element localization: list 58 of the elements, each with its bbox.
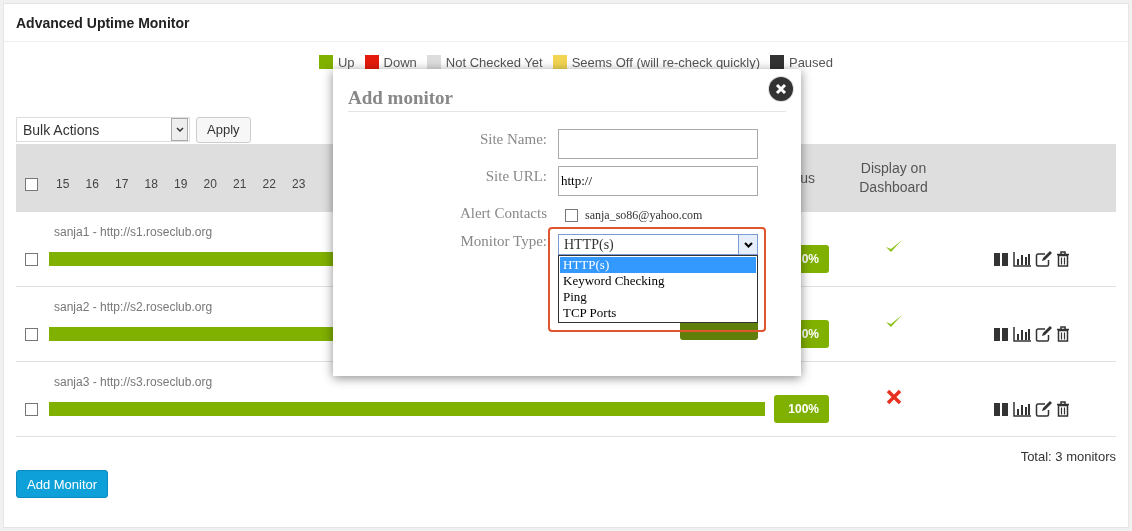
bar-chart-icon[interactable] (1013, 326, 1031, 342)
hour-label: 20 (203, 177, 218, 191)
dropdown-option[interactable]: Ping (560, 289, 756, 305)
contact-checkbox[interactable] (565, 209, 578, 222)
row-checkbox[interactable] (25, 252, 38, 266)
trash-icon[interactable] (1056, 401, 1070, 417)
close-icon (775, 83, 787, 95)
dialog-title: Add monitor (348, 87, 454, 109)
site-url-field[interactable]: http:// (558, 166, 758, 196)
close-button[interactable] (769, 77, 793, 101)
uptime-percent: 100% (774, 395, 829, 423)
field-label: Alert Contacts (459, 204, 547, 222)
cross-icon[interactable] (885, 389, 902, 405)
dropdown-option[interactable]: Keyword Checking (560, 273, 756, 289)
monitor-name: sanja1 - http://s1.roseclub.org (54, 225, 213, 239)
panel-title: Advanced Uptime Monitor (16, 14, 190, 31)
total-count: Total: 3 monitors (1019, 449, 1116, 464)
apply-button[interactable]: Apply (196, 116, 251, 143)
monitor-name: sanja2 - http://s2.roseclub.org (54, 300, 213, 314)
hour-label: 16 (85, 177, 100, 191)
bulk-actions-select[interactable]: Bulk Actions (16, 117, 190, 142)
hour-label: 23 (292, 177, 307, 191)
hour-label: 19 (174, 177, 189, 191)
hour-label: 17 (115, 177, 130, 191)
hour-label: 22 (262, 177, 277, 191)
pause-icon[interactable] (993, 326, 1009, 342)
legend-label: Not Checked Yet (445, 54, 543, 70)
dropdown-option[interactable]: TCP Ports (560, 305, 756, 321)
row-checkbox[interactable] (25, 327, 38, 341)
field-label: Monitor Type: (460, 232, 547, 250)
caret-icon (175, 127, 184, 132)
select-all-checkbox[interactable] (25, 177, 38, 191)
legend-label: Down (383, 54, 417, 70)
pause-icon[interactable] (993, 401, 1009, 417)
pause-icon[interactable] (993, 251, 1009, 267)
field-label: Site Name: (479, 130, 547, 148)
bar-chart-icon[interactable] (1013, 251, 1031, 267)
monitor-name: sanja3 - http://s3.roseclub.org (54, 375, 213, 389)
edit-icon[interactable] (1035, 251, 1052, 267)
trash-icon[interactable] (1056, 251, 1070, 267)
legend-label: Paused (788, 54, 834, 70)
hour-label: 18 (144, 177, 159, 191)
edit-icon[interactable] (1035, 401, 1052, 417)
column-header: Display on Dashboard (858, 159, 929, 197)
row-checkbox[interactable] (25, 402, 38, 416)
hour-label: 21 (233, 177, 248, 191)
hour-label: 15 (56, 177, 71, 191)
edit-icon[interactable] (1035, 326, 1052, 342)
field-label: Site URL: (485, 167, 547, 185)
legend-label: Seems Off (will re-check quickly) (571, 54, 760, 70)
bar-chart-icon[interactable] (1013, 401, 1031, 417)
monitor-type-select[interactable]: HTTP(s) (558, 234, 758, 255)
legend-label: Up (337, 54, 355, 70)
site-name-field[interactable] (558, 129, 758, 159)
trash-icon[interactable] (1056, 326, 1070, 342)
caret-icon (743, 241, 753, 248)
contact-email: sanja_so86@yahoo.com (585, 208, 703, 223)
column-header: us (799, 170, 816, 186)
